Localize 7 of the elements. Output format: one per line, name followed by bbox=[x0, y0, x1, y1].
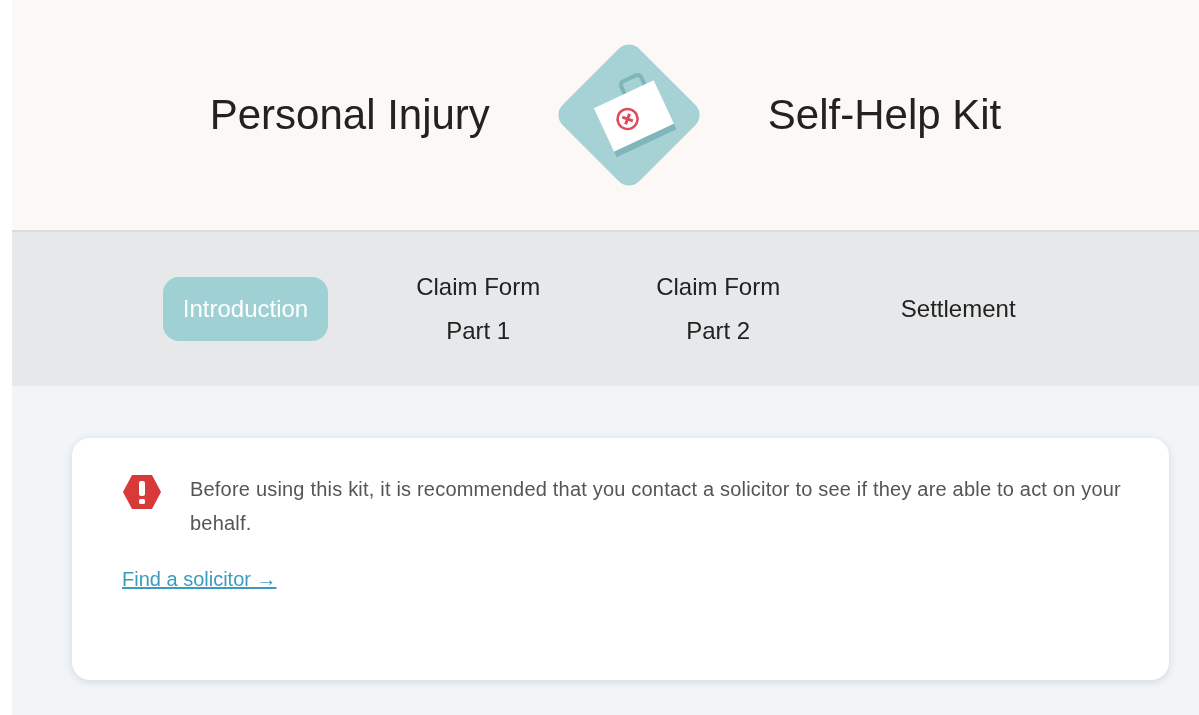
notice-text: Before using this kit, it is recommended that you contact a solicitor to see if they are able to act on your behalf. bbox=[190, 477, 1122, 536]
kit-subtitle: Self-Help Kit bbox=[767, 91, 1002, 139]
step-tab[interactable]: Claim Form Part 2 bbox=[628, 255, 809, 363]
warning-icon bbox=[122, 474, 162, 510]
step-tab[interactable]: Settlement bbox=[868, 277, 1049, 341]
step-tab[interactable]: Claim Form Part 1 bbox=[388, 255, 569, 363]
kit-title: Personal Injury bbox=[209, 91, 490, 139]
